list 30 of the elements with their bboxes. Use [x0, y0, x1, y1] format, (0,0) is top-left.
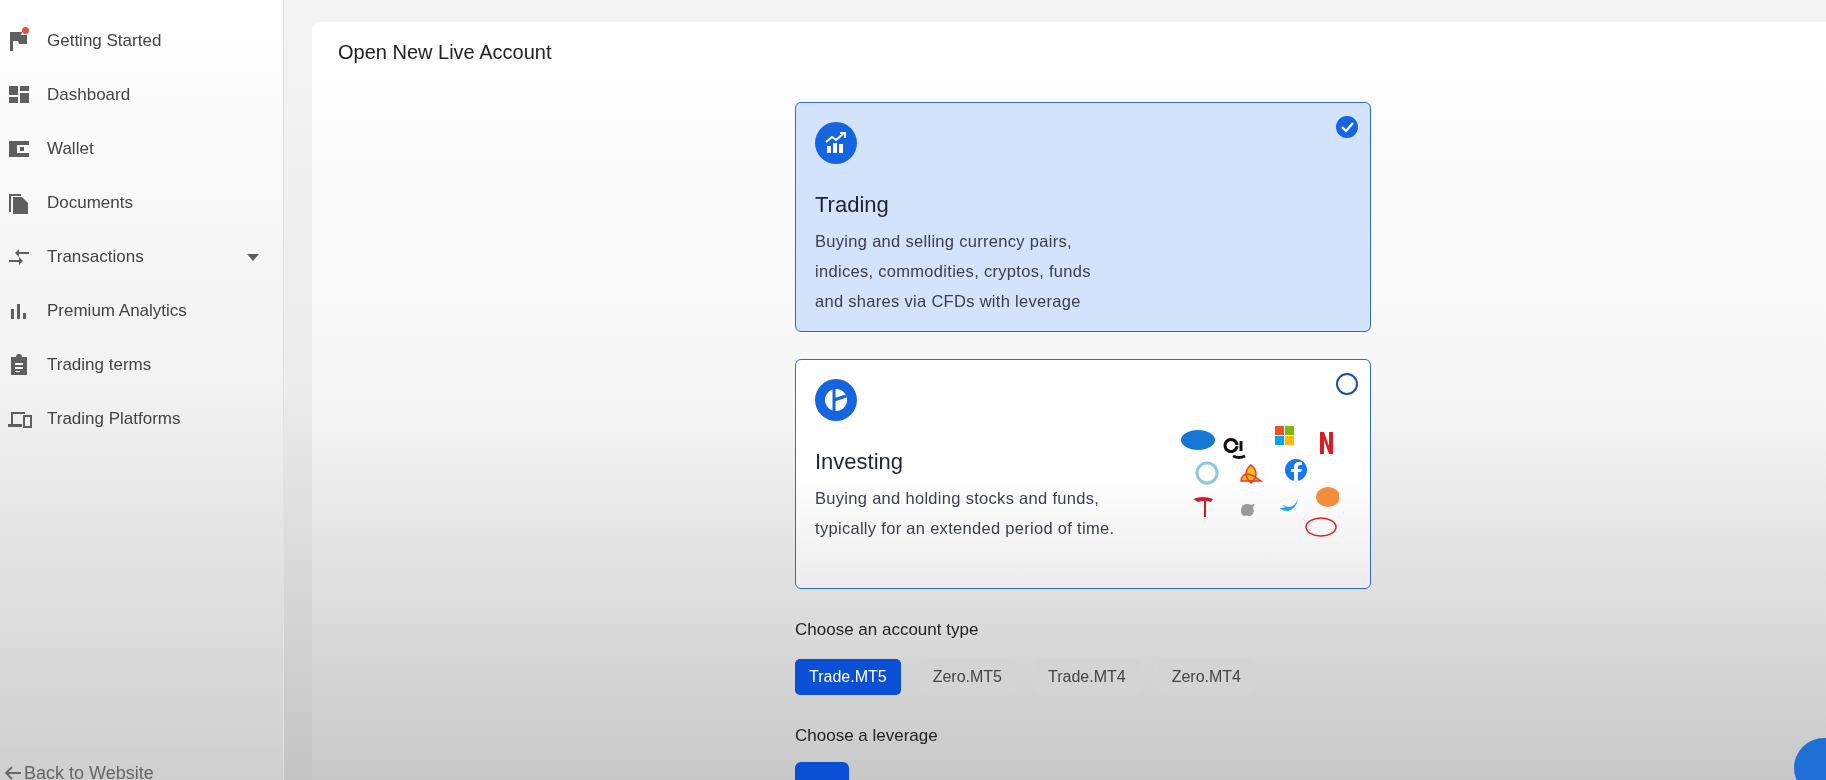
option-title: Trading [815, 192, 889, 218]
option-description: Buying and holding stocks and funds, typically for an extended period of time. [815, 488, 1116, 539]
page-title: Open New Live Account [338, 40, 553, 64]
option-description: Buying and selling currency pairs, indices, commodities, cryptos, funds and shares via CFDs with leverage [815, 231, 1092, 312]
documents-icon [8, 192, 30, 214]
checked-radio-icon[interactable] [1336, 116, 1358, 138]
flag-icon [8, 30, 30, 52]
sidebar-item[interactable]: Wallet [0, 122, 283, 176]
leverage-label: Choose a leverage [795, 724, 939, 747]
account-type-label: Choose an account type [795, 619, 980, 641]
account-option-card[interactable]: Investing Buying and holding stocks and funds, typically for an extended period of time. [795, 359, 1371, 589]
account-option-card[interactable]: Trading Buying and selling currency pairs, indices, commodities, cryptos, funds and shares via CFDs with leverage [795, 102, 1371, 332]
sidebar-item[interactable]: Transactions [0, 230, 283, 284]
wallet-icon [8, 138, 30, 160]
sidebar-item[interactable]: Trading Platforms [0, 392, 283, 446]
option-title: Investing [815, 449, 904, 475]
growth-chart-icon [815, 122, 857, 164]
radio-icon[interactable] [1336, 373, 1358, 395]
account-type-button[interactable]: Trade.MT5 [795, 658, 901, 695]
dashboard-icon [8, 84, 30, 106]
caret-icon [247, 253, 259, 261]
sidebar-item[interactable]: Documents [0, 176, 283, 230]
arrow-left-icon [4, 765, 22, 780]
sidebar-item[interactable]: Trading terms [0, 338, 283, 392]
sidebar-item[interactable]: Dashboard [0, 68, 283, 122]
clipboard-icon [8, 354, 30, 376]
sidebar-item[interactable]: Premium Analytics [0, 284, 283, 338]
sidebar-item[interactable]: Getting Started [0, 14, 283, 68]
back-to-website-link[interactable]: Back to Website [4, 763, 154, 780]
pie-chart-icon [815, 379, 857, 421]
